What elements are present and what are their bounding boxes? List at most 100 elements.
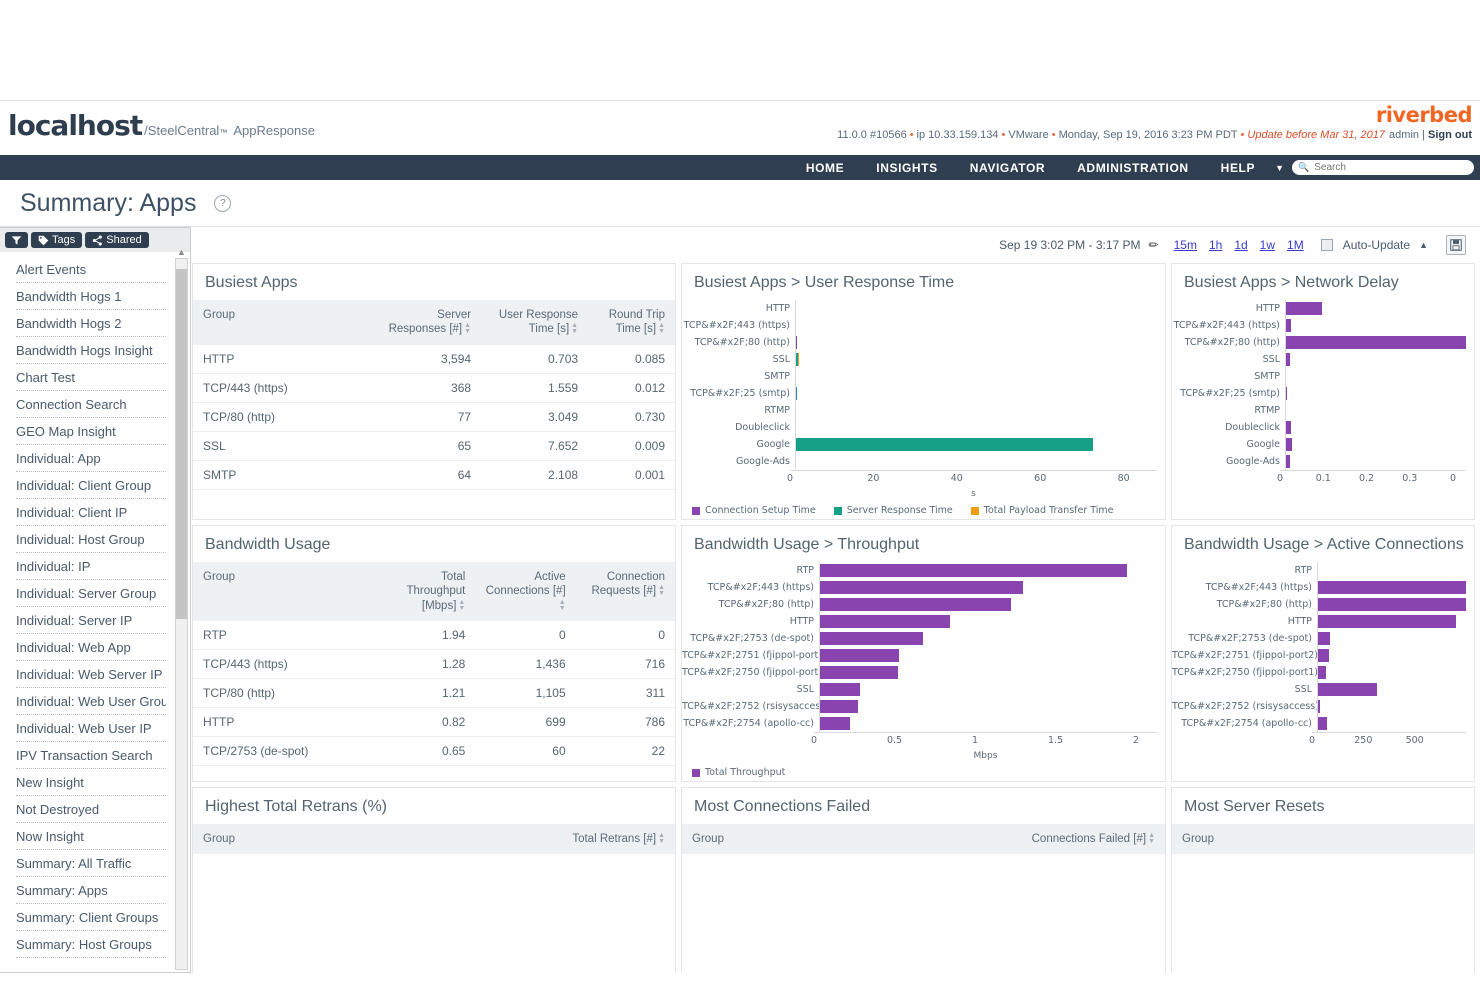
shared-button[interactable]: Shared (85, 232, 149, 248)
chart-stacked-bar[interactable] (796, 336, 806, 349)
sidebar-item-bandwidth-hogs-insight[interactable]: Bandwidth Hogs Insight (16, 337, 166, 364)
chart-stacked-bar[interactable] (796, 404, 797, 417)
sidebar-item-individual-client-group[interactable]: Individual: Client Group (16, 472, 166, 499)
col-connection-requests[interactable]: Connection Requests [#] ▲ ▼ (575, 562, 675, 622)
chart-stacked-bar[interactable] (796, 319, 801, 332)
col-group[interactable]: Group (193, 824, 459, 855)
table-row[interactable]: HTTP 3,594 0.703 0.085 (193, 344, 675, 374)
chart-bar[interactable] (1286, 421, 1291, 434)
save-button[interactable] (1446, 235, 1466, 255)
col-total-retrans[interactable]: Total Retrans [#] ▲ ▼ (458, 824, 675, 855)
sidebar-item-chart-test[interactable]: Chart Test (16, 364, 166, 391)
col-user-response-time[interactable]: User Response Time [s] ▲ ▼ (481, 300, 589, 345)
quick-range-1d[interactable]: 1d (1234, 238, 1247, 252)
search-input[interactable] (1312, 161, 1457, 174)
col-group[interactable]: Group (193, 562, 377, 622)
chart-stacked-bar[interactable] (796, 387, 808, 400)
help-icon[interactable]: ? (214, 194, 232, 212)
chart-bar[interactable] (1286, 455, 1290, 468)
sidebar-item-not-destroyed[interactable]: Not Destroyed (16, 796, 166, 823)
sidebar-item-individual-host-group[interactable]: Individual: Host Group (16, 526, 166, 553)
sidebar-item-individual-client-ip[interactable]: Individual: Client IP (16, 499, 166, 526)
sidebar-item-summary-client-groups[interactable]: Summary: Client Groups (16, 904, 166, 931)
chart-bar[interactable] (1286, 319, 1292, 332)
sidebar-item-bandwidth-hogs-2[interactable]: Bandwidth Hogs 2 (16, 310, 166, 337)
chart-bar[interactable] (1318, 615, 1456, 628)
legend-item[interactable]: Total Throughput (692, 767, 785, 778)
nav-item-navigator[interactable]: NAVIGATOR (970, 161, 1045, 175)
chart-bar[interactable] (820, 649, 900, 662)
nav-item-help[interactable]: HELP (1221, 161, 1255, 175)
col-group[interactable]: Group (193, 300, 377, 345)
sidebar-item-individual-server-ip[interactable]: Individual: Server IP (16, 607, 166, 634)
chart-bar[interactable] (1318, 700, 1320, 713)
quick-range-15m[interactable]: 15m (1174, 238, 1197, 252)
chart-bar[interactable] (1318, 598, 1466, 611)
sidebar-item-geo-map-insight[interactable]: GEO Map Insight (16, 418, 166, 445)
sidebar-item-individual-web-app[interactable]: Individual: Web App (16, 634, 166, 661)
chart-bar[interactable] (820, 700, 858, 713)
search-box[interactable]: 🔍 (1292, 160, 1474, 175)
quick-range-1h[interactable]: 1h (1209, 238, 1222, 252)
brand-logo[interactable]: localhost / SteelCentral ™ AppResponse (8, 109, 315, 142)
chart-bar[interactable] (820, 598, 1012, 611)
sidebar-item-individual-web-server-ip[interactable]: Individual: Web Server IP (16, 661, 166, 688)
nav-item-insights[interactable]: INSIGHTS (876, 161, 937, 175)
legend-item[interactable]: Total Retrans Delay (692, 519, 797, 520)
legend-item[interactable]: Total Payload Transfer Time (970, 505, 1114, 516)
chart-bar[interactable] (1286, 353, 1290, 366)
edit-pencil-icon[interactable]: ✏ (1149, 238, 1159, 252)
sidebar-item-summary-all-traffic[interactable]: Summary: All Traffic (16, 850, 166, 877)
sign-out-link[interactable]: Sign out (1428, 129, 1472, 141)
chart-stacked-bar[interactable] (796, 438, 1123, 451)
chart-bar[interactable] (1318, 683, 1378, 696)
table-row[interactable]: TCP/443 (https) 1.28 1,436 716 (193, 649, 675, 680)
table-row[interactable]: RTP 1.94 0 0 (193, 621, 675, 651)
sidebar-item-ipv-transaction-search[interactable]: IPV Transaction Search (16, 742, 166, 769)
chart-bar[interactable] (1318, 632, 1330, 645)
chart-bar[interactable] (820, 615, 950, 628)
chart-bar[interactable] (1286, 336, 1466, 349)
table-row[interactable]: SMTP 64 2.108 0.001 (193, 460, 675, 490)
col-connections-failed[interactable]: Connections Failed [#] ▲ ▼ (981, 824, 1165, 855)
chart-stacked-bar[interactable] (796, 353, 826, 366)
tags-button[interactable]: Tags (31, 232, 83, 248)
chart-stacked-bar[interactable] (796, 370, 802, 383)
sidebar-scrollbar[interactable]: ▲ (175, 247, 188, 970)
legend-item[interactable]: Server Response Time (833, 505, 953, 516)
col-round-trip-time[interactable]: Round Trip Time [s] ▲ ▼ (588, 300, 675, 345)
filter-icon-button[interactable] (5, 232, 28, 248)
sidebar-item-connection-search[interactable]: Connection Search (16, 391, 166, 418)
col-group[interactable]: Group (1172, 824, 1474, 855)
chart-bar[interactable] (1318, 649, 1329, 662)
chart-bar[interactable] (1318, 581, 1466, 594)
nav-item-home[interactable]: HOME (806, 161, 844, 175)
sidebar-item-new-insight[interactable]: New Insight (16, 769, 166, 796)
chevron-down-icon[interactable]: ▼ (1275, 163, 1284, 173)
chart-bar[interactable] (820, 717, 851, 730)
chart-bar[interactable] (820, 666, 898, 679)
table-row[interactable]: TCP/2753 (de-spot) 0.65 60 22 (193, 736, 675, 767)
chart-bar[interactable] (820, 683, 860, 696)
chart-bar[interactable] (820, 564, 1127, 577)
sidebar-item-individual-web-user-ip[interactable]: Individual: Web User IP (16, 715, 166, 742)
chart-bar[interactable] (820, 581, 1023, 594)
quick-range-1w[interactable]: 1w (1260, 238, 1275, 252)
legend-item[interactable]: Connection Setup Time (692, 505, 816, 516)
sidebar-item-summary-host-groups[interactable]: Summary: Host Groups (16, 931, 166, 958)
col-total-throughput[interactable]: Total Throughput [Mbps] ▲ ▼ (376, 562, 476, 622)
chart-bar[interactable] (1318, 666, 1326, 679)
scrollbar-thumb[interactable] (176, 269, 187, 619)
sidebar-item-individual-ip[interactable]: Individual: IP (16, 553, 166, 580)
sidebar-item-bandwidth-hogs-1[interactable]: Bandwidth Hogs 1 (16, 283, 166, 310)
sidebar-item-now-insight[interactable]: Now Insight (16, 823, 166, 850)
table-row[interactable]: HTTP 0.82 699 786 (193, 707, 675, 738)
update-warning-link[interactable]: Update before Mar 31, 2017 (1247, 129, 1385, 141)
auto-update-checkbox[interactable] (1320, 239, 1333, 251)
table-row[interactable]: TCP/80 (http) 77 3.049 0.730 (193, 402, 675, 432)
chart-stacked-bar[interactable] (796, 302, 798, 315)
chart-bar[interactable] (1318, 717, 1327, 730)
sidebar-item-individual-web-user-group[interactable]: Individual: Web User Group (16, 688, 166, 715)
col-server-responses[interactable]: Server Responses [#] ▲ ▼ (376, 300, 482, 345)
col-group[interactable]: Group (682, 824, 982, 855)
